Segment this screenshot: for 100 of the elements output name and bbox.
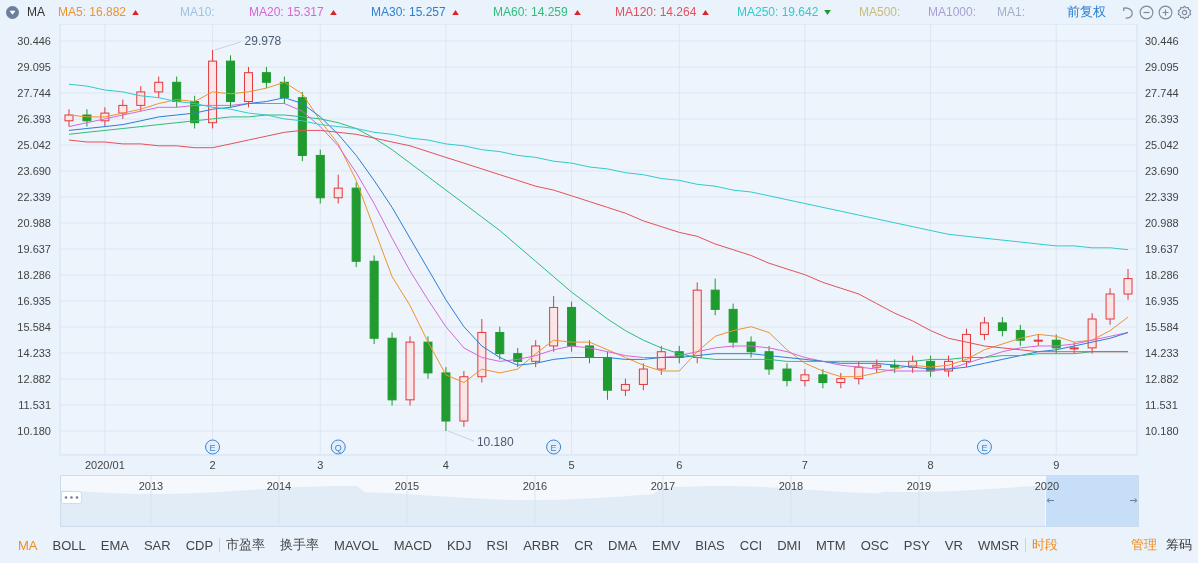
candlestick: [585, 339, 595, 364]
indicator-tab[interactable]: MACD: [393, 537, 432, 553]
axis-label: 25.042: [17, 139, 51, 151]
candlestick: [764, 345, 774, 376]
indicator-tab[interactable]: WMSR: [977, 537, 1020, 553]
axis-label: 12.882: [17, 373, 51, 385]
indicator-tab[interactable]: BOLL: [52, 537, 86, 553]
left-handle-icon[interactable]: [1046, 498, 1055, 503]
candlestick: [908, 355, 918, 374]
axis-label: 30.446: [1145, 35, 1179, 47]
candlestick: [495, 326, 505, 360]
candlestick: [190, 95, 200, 129]
candlestick: [567, 301, 577, 353]
candlestick: [279, 76, 289, 104]
zoom-out-icon[interactable]: [1139, 4, 1154, 20]
legend-label: MA1000:: [928, 5, 977, 19]
dropdown-icon[interactable]: [6, 5, 19, 19]
indicator-name: MA: [27, 5, 45, 19]
more-icon[interactable]: [61, 491, 82, 504]
indicator-tab[interactable]: ARBR: [523, 537, 560, 553]
axis-label: 29.095: [1145, 61, 1179, 73]
axis-label: 8: [927, 459, 934, 471]
candlestick: [836, 372, 846, 389]
candlestick: [656, 345, 666, 376]
legend-label: MA500:: [859, 5, 901, 19]
year-label: 2017: [650, 480, 676, 492]
candlestick: [979, 316, 989, 341]
right-handle-icon[interactable]: [1129, 498, 1138, 503]
indicator-tab[interactable]: PSY: [903, 537, 930, 553]
candlestick: [890, 358, 900, 374]
indicator-tab[interactable]: 市盈率: [226, 536, 266, 554]
candlestick: [818, 368, 828, 389]
candlestick: [997, 316, 1007, 337]
legend-label: MA120: 14.264: [615, 5, 697, 19]
axis-label: 29.095: [17, 61, 51, 73]
candlestick: [154, 76, 164, 99]
indicator-tab[interactable]: DMI: [777, 537, 801, 553]
candlestick: [1051, 333, 1061, 355]
candlestick: [800, 368, 810, 387]
navigator-panel[interactable]: 2013 2014 2015 2016 2017 2018 2019 2020: [60, 475, 1139, 527]
indicator-tab[interactable]: CR: [574, 537, 594, 553]
candlestick: [926, 355, 936, 378]
indicator-tab[interactable]: VR: [944, 537, 963, 553]
legend-label: MA10:: [180, 5, 215, 19]
candlestick: [674, 345, 684, 364]
indicator-tab[interactable]: EMA: [100, 537, 129, 553]
indicator-tab[interactable]: SAR: [143, 537, 171, 553]
leader-line: [447, 430, 475, 442]
legend-label: MA5: 16.882: [58, 5, 127, 19]
axis-label: 22.339: [17, 191, 51, 203]
axis-label: 16.935: [1145, 295, 1179, 307]
axis-label: 20.988: [17, 217, 51, 229]
axis-label: 26.393: [1145, 113, 1179, 125]
indicator-tab[interactable]: KDJ: [446, 537, 472, 553]
indicator-tab[interactable]: DMA: [608, 537, 637, 553]
undo-icon[interactable]: [1120, 4, 1135, 20]
candlestick: [782, 362, 792, 387]
panel-link[interactable]: 筹码: [1166, 536, 1192, 554]
axis-label: 10.180: [1145, 425, 1179, 437]
candlestick: [1105, 287, 1115, 326]
axis-label: 11.531: [18, 399, 51, 411]
year-label: 2016: [522, 480, 548, 492]
settings-icon[interactable]: [1177, 4, 1192, 20]
candlestick: [1087, 312, 1097, 355]
axis-label: 18.286: [17, 269, 51, 281]
candlestick: [962, 328, 971, 368]
indicator-tab[interactable]: MTM: [816, 537, 846, 553]
axis-label: 26.393: [17, 113, 51, 125]
candlestick: [441, 366, 451, 432]
candlestick: [172, 76, 182, 108]
axis-label: 15.584: [17, 321, 51, 333]
axis-label: 18.286: [1145, 269, 1179, 281]
axis-label: 23.690: [1145, 165, 1179, 177]
candlestick: [244, 66, 253, 108]
indicator-tab[interactable]: BIAS: [695, 537, 725, 553]
indicator-tab[interactable]: CCI: [739, 537, 763, 553]
indicator-tab[interactable]: OSC: [860, 537, 889, 553]
indicator-tab[interactable]: EMV: [652, 537, 681, 553]
legend-label: MA250: 19.642: [737, 5, 819, 19]
candlestick: [549, 295, 559, 353]
indicator-tab[interactable]: CDP: [185, 537, 214, 553]
adjust-mode-link[interactable]: 前复权: [1067, 3, 1106, 21]
axis-label: 7: [801, 459, 808, 471]
axis-label: 22.339: [1145, 191, 1179, 203]
year-label: 2020: [1034, 480, 1060, 492]
axis-label: 6: [676, 459, 683, 471]
candlestick: [638, 362, 648, 391]
axis-label: 12.882: [1145, 373, 1179, 385]
candlestick: [872, 358, 882, 374]
axis-label: 15.584: [1145, 321, 1179, 333]
candlestick: [477, 318, 487, 383]
indicator-tab[interactable]: RSI: [486, 537, 509, 553]
indicator-tab[interactable]: MAVOL: [334, 537, 379, 553]
indicator-tab[interactable]: 换手率: [280, 536, 320, 554]
axis-label: 4: [442, 459, 449, 471]
zoom-in-icon[interactable]: [1158, 4, 1173, 20]
axis-label: 2: [209, 459, 216, 471]
legend-label: MA20: 15.317: [249, 5, 324, 19]
axis-label: 14.233: [1145, 347, 1179, 359]
axis-label: 25.042: [1145, 139, 1179, 151]
